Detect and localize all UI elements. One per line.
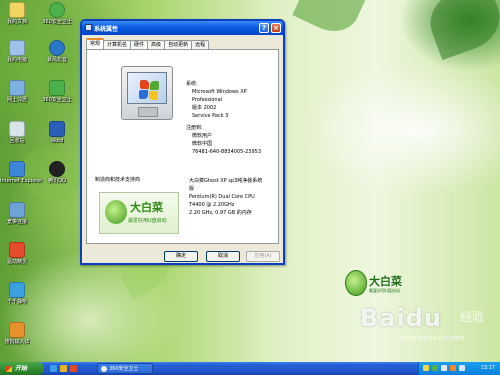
desktop-brand-logo: 大白菜 最爱好用U盘启动 xyxy=(345,270,415,302)
driver-genius-icon xyxy=(9,242,25,258)
close-button[interactable]: × xyxy=(271,23,281,33)
desktop-icon-my-computer[interactable]: 我的电脑 xyxy=(0,40,34,63)
service-pack: Service Pack 3 xyxy=(192,113,229,119)
manufacturer-info: 大白菜Ghost XP sp3纯净装系统 版 Pentium(R) Dual C… xyxy=(189,177,262,217)
360-safe-icon xyxy=(49,2,65,18)
broadband-connection-icon xyxy=(9,202,25,218)
baidu-watermark: Baidu 经验 jingyan.baidu.com xyxy=(360,304,485,342)
system-info: 系统: Microsoft Windows XP Professional 版本… xyxy=(186,80,247,120)
cpu-memory: 2.20 GHz, 0.97 GB 的内存 xyxy=(189,210,252,216)
tab-general[interactable]: 常规 xyxy=(86,38,105,49)
desktop-icon-word[interactable]: Word xyxy=(40,121,74,144)
registered-user: 微软用户 xyxy=(192,133,213,139)
tab-strip: 常规 计算机名 硬件 高级 自动更新 远程 xyxy=(86,38,210,50)
monitor-screen xyxy=(127,72,167,104)
desktop-icon-ttplayer[interactable]: 千千静听 xyxy=(0,282,34,305)
desktop-icon-driver-genius[interactable]: 驱动精灵 xyxy=(0,242,34,265)
apply-button[interactable]: 应用(A) xyxy=(246,251,280,262)
system-properties-window: 系统属性 ? × 常规 计算机名 硬件 高级 自动更新 远程 系统: Microsoft … xyxy=(80,19,285,265)
quicklaunch-ie-icon[interactable] xyxy=(50,365,57,372)
desktop-icon-360-safe[interactable]: 360安全卫士 xyxy=(40,2,74,25)
desktop-icon-broadband[interactable]: 宽带连接 xyxy=(0,202,34,225)
manufacturer-line: 大白菜Ghost XP sp3纯净装系统 xyxy=(189,178,263,184)
start-button[interactable]: 开始 xyxy=(0,362,44,375)
360-safe-icon xyxy=(49,80,65,96)
os-version: 版本 2002 xyxy=(192,105,217,111)
media-player-icon xyxy=(49,40,65,56)
desktop-icon-internet-explorer[interactable]: Internet Explorer xyxy=(0,161,42,184)
desktop-icon-media-player[interactable]: 暴风影音 xyxy=(40,40,74,63)
qq-icon xyxy=(49,161,65,177)
cpu-name: Pentium(R) Dual Core CPU xyxy=(189,194,255,200)
360-safe-icon xyxy=(101,365,107,372)
taskbar-task-360-safe[interactable]: 360安全卫士 xyxy=(97,363,153,374)
os-edition: Professional xyxy=(192,97,223,103)
window-titlebar[interactable]: 系统属性 ? × xyxy=(82,21,283,35)
my-computer-icon xyxy=(9,40,25,56)
wallpaper-leaf xyxy=(421,0,500,61)
desktop-icon-my-documents[interactable]: 我的文档 xyxy=(0,2,34,25)
tray-ime-icon[interactable] xyxy=(423,365,429,371)
clock[interactable]: 13:17 xyxy=(481,362,495,375)
recycle-bin-icon xyxy=(9,121,25,137)
tray-360-icon[interactable] xyxy=(432,365,438,371)
os-name: Microsoft Windows XP xyxy=(192,89,247,95)
tray-driver-icon[interactable] xyxy=(450,365,456,371)
wallpaper-leaf xyxy=(292,0,368,41)
desktop: 我的文档 我的电脑 网上邻居 回收站 Internet Explorer 宽带连… xyxy=(0,0,500,362)
help-button[interactable]: ? xyxy=(259,23,269,33)
tray-network-icon[interactable] xyxy=(441,365,447,371)
quicklaunch-show-desktop-icon[interactable] xyxy=(60,365,67,372)
system-heading: 系统: xyxy=(186,81,198,87)
manufacturer-label: 制造商和技术支持商 xyxy=(95,177,141,183)
internet-explorer-icon xyxy=(9,161,25,177)
desktop-icon-recycle-bin[interactable]: 回收站 xyxy=(0,121,34,144)
tray-volume-icon[interactable] xyxy=(459,365,465,371)
windows-monitor-icon xyxy=(121,66,173,120)
desktop-icon-network-places[interactable]: 网上邻居 xyxy=(0,80,34,103)
product-id: 76481-640-8834005-23953 xyxy=(192,149,262,155)
quicklaunch-media-icon[interactable] xyxy=(70,365,77,372)
word-icon xyxy=(49,121,65,137)
taskbar: 开始 360安全卫士 13:17 xyxy=(0,362,500,375)
windows-logo-icon xyxy=(6,365,12,372)
ok-button[interactable]: 确定 xyxy=(164,251,198,262)
manufacturer-line: 版 xyxy=(189,186,195,192)
oem-logo: 大白菜 最爱好用U盘启动 xyxy=(99,192,179,234)
my-documents-icon xyxy=(9,2,25,18)
system-tray: 13:17 xyxy=(418,362,500,375)
registered-org: 微软中国 xyxy=(192,141,213,147)
registered-heading: 注册到: xyxy=(186,125,203,131)
registration-info: 注册到: 微软用户 微软中国 76481-640-8834005-23953 xyxy=(186,124,261,156)
general-tab-panel: 系统: Microsoft Windows XP Professional 版本… xyxy=(86,49,279,244)
cpu-model: T4400 @ 2.20GHz xyxy=(189,202,235,208)
window-app-icon xyxy=(85,24,92,31)
ttplayer-icon xyxy=(9,282,25,298)
cancel-button[interactable]: 取消 xyxy=(206,251,240,262)
cabbage-logo-icon xyxy=(345,270,367,296)
desktop-icon-360-safe-2[interactable]: 360安全卫士 xyxy=(40,80,74,103)
sogou-input-icon xyxy=(9,322,25,338)
network-places-icon xyxy=(9,80,25,96)
desktop-icon-qq[interactable]: 腾讯QQ xyxy=(40,161,74,184)
desktop-icon-sogou[interactable]: 搜狗输入法 xyxy=(0,322,34,345)
cabbage-logo-icon xyxy=(105,200,127,224)
